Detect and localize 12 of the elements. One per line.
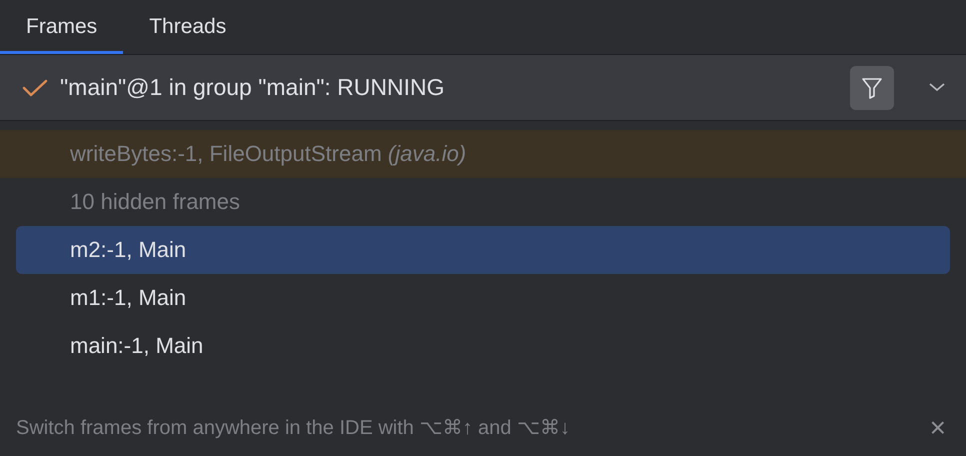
close-button[interactable]: × [926,414,950,442]
stack-frame-row[interactable]: main:-1, Main [0,322,966,370]
checkmark-icon [22,78,48,98]
stack-frame-row[interactable]: m2:-1, Main [16,226,950,274]
stack-frame-row[interactable]: m1:-1, Main [0,274,966,322]
chevron-down-icon[interactable] [928,81,946,94]
filter-button[interactable] [850,66,894,110]
thread-selector[interactable]: "main"@1 in group "main": RUNNING [0,55,966,121]
tab[interactable]: Threads [123,0,252,54]
hint-text: Switch frames from anywhere in the IDE with ⌥⌘↑ and ⌥⌘↓ [16,416,570,441]
filter-icon [860,76,884,100]
thread-label: "main"@1 in group "main": RUNNING [60,73,445,102]
